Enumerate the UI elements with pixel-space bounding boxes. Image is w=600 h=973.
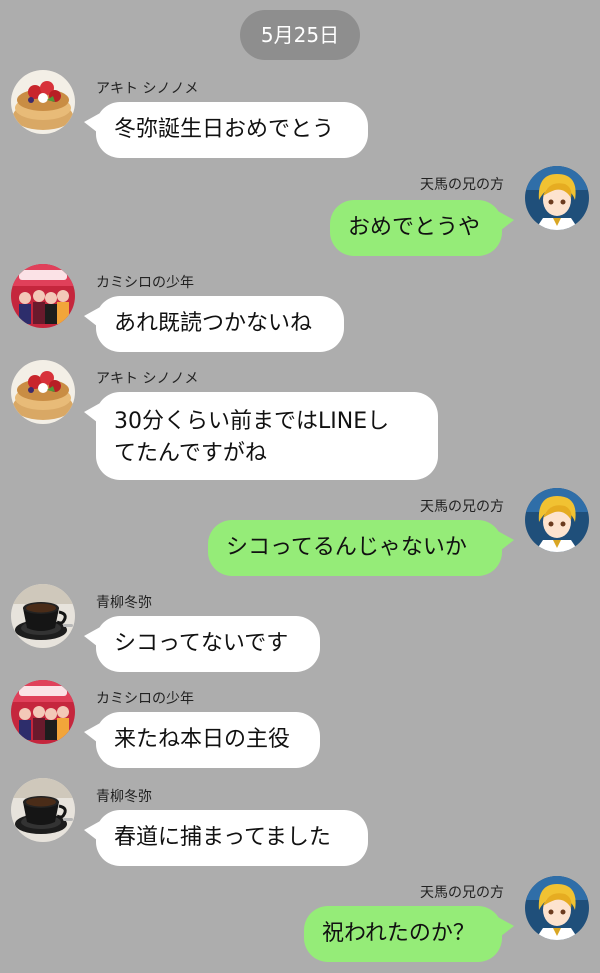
pancake-avatar-icon[interactable] <box>11 360 75 424</box>
message-bubble[interactable]: 祝われたのか？ <box>304 906 514 962</box>
coffee-cup-avatar-icon[interactable] <box>11 778 75 842</box>
bubble-tail <box>496 530 514 554</box>
bubble-tail <box>84 722 102 746</box>
message-line-2: てたんですがね <box>114 441 267 466</box>
bubble-tail <box>496 210 514 234</box>
date-separator: 5月25日 <box>240 10 360 60</box>
bubble-tail <box>84 402 102 426</box>
group-photo-avatar-icon[interactable] <box>11 264 75 328</box>
sender-name: 天馬の兄の方 <box>420 177 504 193</box>
sender-name: 天馬の兄の方 <box>420 885 504 901</box>
message-text: おめでとうや <box>348 215 481 240</box>
message-bubble[interactable]: シコってないです <box>84 616 320 672</box>
bubble-tail <box>496 916 514 940</box>
message-bubble[interactable]: 来たね本日の主役 <box>84 712 320 768</box>
sender-name: アキト シノノメ <box>96 81 199 97</box>
message-bubble[interactable]: シコってるんじゃないか <box>208 520 514 576</box>
sender-name: カミシロの少年 <box>96 691 194 707</box>
blonde-character-avatar-icon[interactable] <box>525 488 589 552</box>
blonde-character-avatar-icon[interactable] <box>525 876 589 940</box>
message-text: シコってるんじゃないか <box>226 535 467 560</box>
pancake-avatar-icon[interactable] <box>11 70 75 134</box>
blonde-character-avatar-icon[interactable] <box>525 166 589 230</box>
bubble-tail <box>84 626 102 650</box>
message-text: 春道に捕まってました <box>114 825 331 850</box>
coffee-cup-avatar-icon[interactable] <box>11 584 75 648</box>
message-text: あれ既読つかないね <box>114 311 313 336</box>
message-text: シコってないです <box>114 631 289 656</box>
message-text: 30分くらい前まではLINEし てたんですがね <box>114 392 420 470</box>
message-bubble[interactable]: 30分くらい前まではLINEし てたんですがね <box>84 392 438 480</box>
sender-name: 天馬の兄の方 <box>420 499 504 515</box>
message-bubble[interactable]: 冬弥誕生日おめでとう <box>84 102 368 158</box>
group-photo-avatar-icon[interactable] <box>11 680 75 744</box>
message-bubble[interactable]: 春道に捕まってました <box>84 810 368 866</box>
message-text: 祝われたのか？ <box>322 921 475 946</box>
sender-name: 青柳冬弥 <box>96 789 152 805</box>
message-bubble[interactable]: あれ既読つかないね <box>84 296 344 352</box>
message-text: 来たね本日の主役 <box>114 727 291 752</box>
sender-name: アキト シノノメ <box>96 371 199 387</box>
message-bubble[interactable]: おめでとうや <box>330 200 514 256</box>
sender-name: カミシロの少年 <box>96 275 194 291</box>
message-text: 冬弥誕生日おめでとう <box>114 117 335 142</box>
bubble-tail <box>84 306 102 330</box>
sender-name: 青柳冬弥 <box>96 595 152 611</box>
bubble-tail <box>84 112 102 136</box>
bubble-tail <box>84 820 102 844</box>
message-line-1: 30分くらい前まではLINEし <box>114 409 390 434</box>
